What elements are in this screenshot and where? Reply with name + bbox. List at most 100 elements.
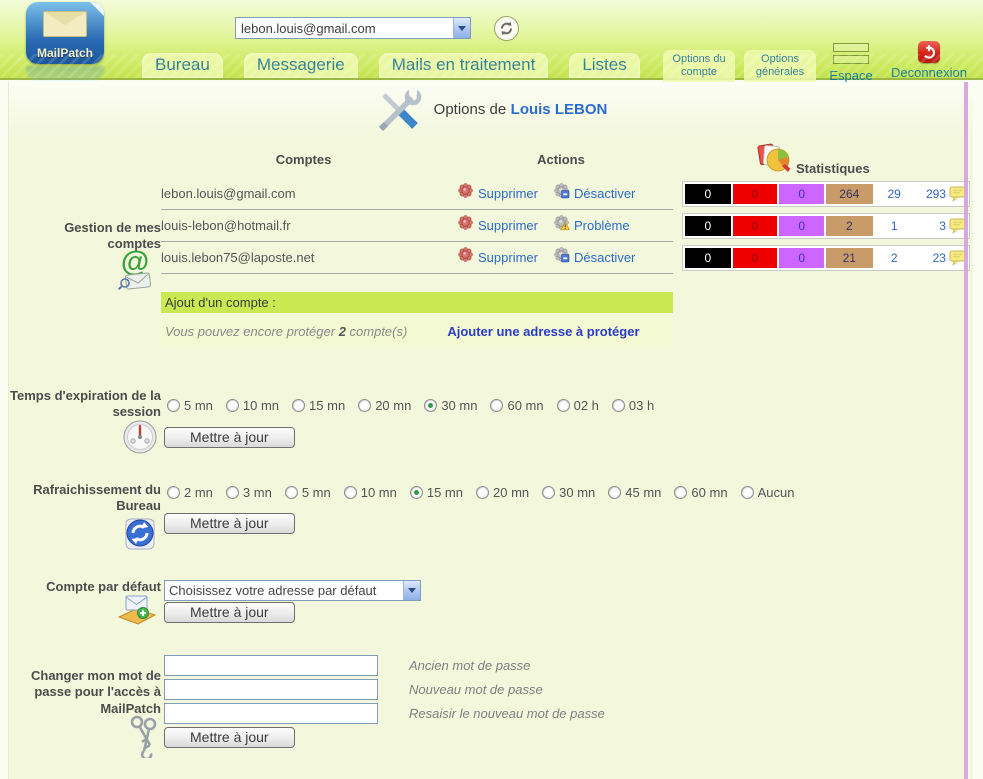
account-selector[interactable]: lebon.louis@gmail.com xyxy=(235,17,471,39)
stat-value: 29 xyxy=(888,187,901,201)
bureau-refresh-icon xyxy=(121,514,159,559)
refresh-update-button[interactable]: Mettre à jour xyxy=(164,513,295,534)
header: MailPatch lebon.louis@gmail.com Bureau Me… xyxy=(0,0,983,80)
session-radio-group: 5 mn 10 mn 15 mn 20 mn 30 mn 60 mn 02 h 03 h xyxy=(167,398,654,413)
tab-options-du-compte[interactable]: Options du compte xyxy=(663,50,735,83)
refresh-button[interactable] xyxy=(493,15,520,42)
stat-value: 21 xyxy=(843,251,856,265)
tab-mails-en-traitement[interactable]: Mails en traitement xyxy=(379,53,549,78)
disable-icon xyxy=(554,183,570,204)
supprimer-link[interactable]: Supprimer xyxy=(458,247,538,268)
default-account-update-button[interactable]: Mettre à jour xyxy=(164,602,295,623)
stat-value: 0 xyxy=(752,187,759,201)
radio-button[interactable] xyxy=(612,399,625,412)
probl-me-link[interactable]: Problème xyxy=(554,215,630,236)
tab-messagerie[interactable]: Messagerie xyxy=(244,53,358,78)
radio-button[interactable] xyxy=(344,486,357,499)
stat-value: 0 xyxy=(798,251,805,265)
radio-refresh-30-mn[interactable]: 30 mn xyxy=(542,485,595,500)
stat-value: 0 xyxy=(752,251,759,265)
radio-session-03-h[interactable]: 03 h xyxy=(612,398,654,413)
account-row: lebon.louis@gmail.comSupprimerDésactiver xyxy=(161,178,673,210)
radio-button[interactable] xyxy=(226,399,239,412)
mailpatch-logo[interactable]: MailPatch xyxy=(26,2,104,64)
radio-refresh-aucun[interactable]: Aucun xyxy=(741,485,795,500)
resaisir-le-nouveau-mot-de-passe-input[interactable] xyxy=(164,703,378,724)
ancien-mot-de-passe-input[interactable] xyxy=(164,655,378,676)
radio-button[interactable] xyxy=(542,486,555,499)
radio-button[interactable] xyxy=(424,399,437,412)
radio-session-10-mn[interactable]: 10 mn xyxy=(226,398,279,413)
nouveau-mot-de-passe-input[interactable] xyxy=(164,679,378,700)
stat-value: 0 xyxy=(798,219,805,233)
radio-session-30-mn[interactable]: 30 mn xyxy=(424,398,477,413)
stat-cell: 0 xyxy=(733,216,778,236)
radio-refresh-15-mn[interactable]: 15 mn xyxy=(410,485,463,500)
stat-value: 2 xyxy=(891,251,898,265)
radio-button[interactable] xyxy=(674,486,687,499)
tab-listes[interactable]: Listes xyxy=(569,53,639,78)
radio-refresh-20-mn[interactable]: 20 mn xyxy=(476,485,529,500)
content: Options de Louis LEBON Comptes Actions S… xyxy=(8,82,973,779)
session-update-button[interactable]: Mettre à jour xyxy=(164,427,295,448)
supprimer-link[interactable]: Supprimer xyxy=(458,215,538,236)
radio-label: 15 mn xyxy=(427,485,463,500)
radio-refresh-45-mn[interactable]: 45 mn xyxy=(608,485,661,500)
radio-refresh-3-mn[interactable]: 3 mn xyxy=(226,485,272,500)
main-tabs: Bureau Messagerie Mails en traitement Liste… xyxy=(142,53,640,78)
default-account-select[interactable]: Choisissez votre adresse par défaut xyxy=(164,580,421,601)
espace-button[interactable]: Espace xyxy=(824,43,878,85)
d-sactiver-link[interactable]: Désactiver xyxy=(554,247,635,268)
accounts-table: lebon.louis@gmail.comSupprimerDésactiver… xyxy=(161,178,673,274)
supprimer-link[interactable]: Supprimer xyxy=(458,183,538,204)
radio-refresh-60-mn[interactable]: 60 mn xyxy=(674,485,727,500)
session-section-label: Temps d'expiration de la session xyxy=(9,388,161,421)
stat-value: 3 xyxy=(939,219,946,233)
column-header-actions: Actions xyxy=(446,152,676,167)
title-prefix: Options de xyxy=(434,101,507,118)
deconnexion-button[interactable]: Deconnexion xyxy=(889,41,969,82)
radio-button[interactable] xyxy=(226,486,239,499)
radio-button[interactable] xyxy=(358,399,371,412)
add-address-link[interactable]: Ajouter une adresse à protéger xyxy=(447,324,639,339)
radio-button[interactable] xyxy=(167,399,180,412)
stat-cell: 23 xyxy=(916,248,967,268)
account-row: louis.lebon75@laposte.netSupprimerDésact… xyxy=(161,242,673,274)
radio-button[interactable] xyxy=(167,486,180,499)
stat-cell: 0 xyxy=(685,248,731,268)
radio-refresh-2-mn[interactable]: 2 mn xyxy=(167,485,213,500)
radio-session-60-mn[interactable]: 60 mn xyxy=(490,398,543,413)
keys-icon xyxy=(123,712,165,763)
stat-cell: 2 xyxy=(826,216,873,236)
password-fields: Ancien mot de passeNouveau mot de passeR… xyxy=(164,653,605,725)
tab-options-g-n-rales[interactable]: Options générales xyxy=(744,50,816,83)
column-header-statistiques: Statistiques xyxy=(796,161,870,176)
radio-button[interactable] xyxy=(741,486,754,499)
radio-button[interactable] xyxy=(490,399,503,412)
radio-button[interactable] xyxy=(285,486,298,499)
radio-button[interactable] xyxy=(608,486,621,499)
radio-session-20-mn[interactable]: 20 mn xyxy=(358,398,411,413)
stat-cell: 0 xyxy=(733,184,778,204)
stat-cell: 0 xyxy=(779,248,824,268)
radio-session-02-h[interactable]: 02 h xyxy=(557,398,599,413)
radio-button[interactable] xyxy=(476,486,489,499)
account-row: louis-lebon@hotmail.frSupprimerProblème xyxy=(161,210,673,242)
password-field-label: Nouveau mot de passe xyxy=(409,682,543,697)
tab-bureau[interactable]: Bureau xyxy=(142,53,223,78)
radio-button[interactable] xyxy=(410,486,423,499)
password-update-button[interactable]: Mettre à jour xyxy=(164,727,295,748)
refresh-radio-group: 2 mn 3 mn 5 mn 10 mn 15 mn 20 mn 30 mn 45 mn 60 … xyxy=(167,485,794,500)
password-field-row: Ancien mot de passe xyxy=(164,653,605,677)
title-user: Louis LEBON xyxy=(511,101,608,118)
radio-button[interactable] xyxy=(292,399,305,412)
d-sactiver-link[interactable]: Désactiver xyxy=(554,183,635,204)
radio-session-5-mn[interactable]: 5 mn xyxy=(167,398,213,413)
radio-refresh-5-mn[interactable]: 5 mn xyxy=(285,485,331,500)
radio-label: 5 mn xyxy=(184,398,213,413)
radio-label: 2 mn xyxy=(184,485,213,500)
stat-value: 2 xyxy=(846,219,853,233)
radio-refresh-10-mn[interactable]: 10 mn xyxy=(344,485,397,500)
radio-button[interactable] xyxy=(557,399,570,412)
radio-session-15-mn[interactable]: 15 mn xyxy=(292,398,345,413)
